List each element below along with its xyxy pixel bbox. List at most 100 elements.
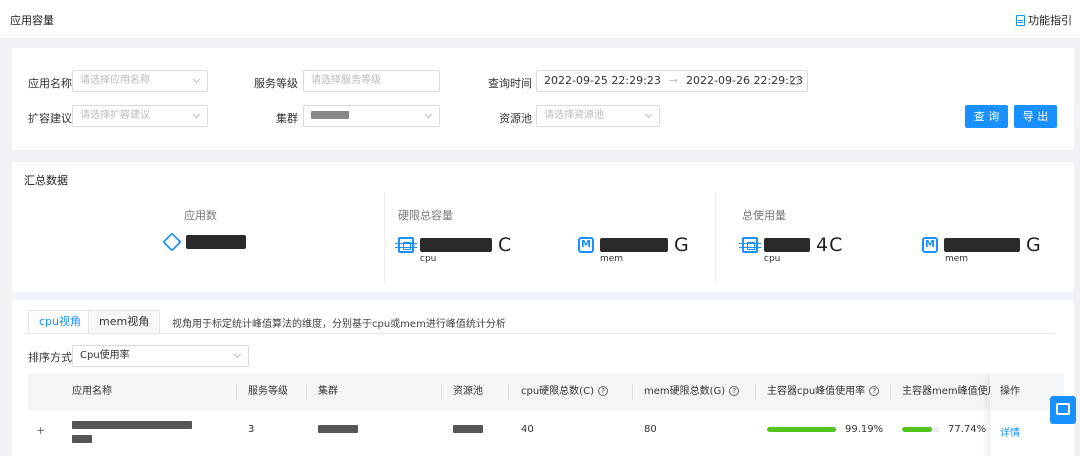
mem-peak-value: 77.74% <box>948 424 987 435</box>
cell-service-level: 3 <box>248 424 255 435</box>
feature-guide-link[interactable]: 功能指引 <box>1016 12 1072 28</box>
col-cpu-limit[interactable]: cpu硬限总数(C)? <box>521 374 608 410</box>
cell-cluster <box>318 424 358 435</box>
detail-link[interactable]: 详情 <box>1000 424 1020 439</box>
tab-hint: 视角用于标定统计峰值算法的维度，分别基于cpu或mem进行峰值统计分析 <box>172 319 506 330</box>
cpu-peak-fill <box>767 426 837 432</box>
col-sep <box>441 384 442 400</box>
query-time-start: 2022-09-25 22:29:23 <box>544 74 661 87</box>
app-name-redacted <box>72 421 192 429</box>
chevron-down-icon <box>233 350 242 359</box>
query-time-range[interactable]: 2022-09-25 22:29:23 → 2022-09-26 22:29:23 <box>536 70 808 92</box>
app-name-redacted <box>72 435 92 443</box>
app-count-metric <box>162 232 246 252</box>
app-count-value-redacted <box>186 235 246 249</box>
hard-limit-mem-redacted <box>600 238 668 252</box>
table-panel: cpu视角 mem视角 视角用于标定统计峰值算法的维度，分别基于cpu或mem进… <box>12 300 1074 456</box>
chat-icon <box>1056 403 1070 415</box>
col-sep <box>890 384 891 400</box>
question-circle-icon[interactable]: ? <box>869 386 880 396</box>
usage-cpu-visible: 4C <box>816 234 844 256</box>
hard-limit-mem-metric: M G <box>578 234 690 256</box>
sort-label: 排序方式 <box>28 351 72 364</box>
hard-limit-cpu-metric: C <box>395 234 513 256</box>
col-sep <box>755 384 756 400</box>
calendar-icon <box>790 77 799 85</box>
col-sep <box>236 384 237 400</box>
hard-limit-mem-sub: mem <box>600 254 624 264</box>
table-row: 3 40 80 99.19% 77.74% <box>28 410 1058 456</box>
mem-icon: M <box>922 237 938 253</box>
cell-cpu-peak: 99.19% <box>767 424 883 435</box>
cpu-peak-bar <box>767 426 837 432</box>
expand-plus-icon[interactable]: + <box>36 424 45 437</box>
cell-resource-pool <box>453 424 483 435</box>
chat-button[interactable] <box>1050 396 1076 424</box>
mem-icon: M <box>578 237 594 253</box>
col-cpu-peak[interactable]: 主容器cpu峰值使用率? <box>767 374 880 410</box>
cluster-label: 集群 <box>276 112 298 125</box>
resource-pool-select[interactable]: 请选择资源池 <box>536 105 660 127</box>
service-level-label: 服务等级 <box>254 77 298 90</box>
resource-pool-redacted <box>453 425 483 433</box>
app-name-select[interactable]: 请选择应用名称 <box>72 70 208 92</box>
col-mem-limit[interactable]: mem硬限总数(G)? <box>644 374 740 410</box>
cluster-select[interactable] <box>303 105 440 127</box>
tab-cpu[interactable]: cpu视角 <box>28 310 93 334</box>
doc-icon <box>1016 14 1025 26</box>
question-circle-icon[interactable]: ? <box>729 386 740 396</box>
total-usage-label: 总使用量 <box>742 209 786 222</box>
export-button[interactable]: 导 出 <box>1014 105 1057 128</box>
question-circle-icon[interactable]: ? <box>597 386 608 396</box>
cell-mem-peak: 77.74% <box>902 424 986 435</box>
resource-pool-label: 资源池 <box>499 112 532 125</box>
hard-limit-mem-unit: G <box>674 234 690 256</box>
range-arrow: → <box>668 74 679 87</box>
hard-limit-cpu-sub: cpu <box>420 254 437 264</box>
col-app-name: 应用名称 <box>72 386 112 397</box>
usage-cpu-sub: cpu <box>764 254 781 264</box>
col-service-level: 服务等级 <box>248 386 288 397</box>
sort-select[interactable]: Cpu使用率 <box>72 345 249 367</box>
usage-mem-redacted <box>944 238 1020 252</box>
usage-cpu-metric: 4C <box>739 234 844 256</box>
hard-limit-cpu-redacted <box>420 238 492 252</box>
col-cluster: 集群 <box>318 386 338 397</box>
app-name-label: 应用名称 <box>28 77 72 90</box>
cell-app-name <box>72 420 192 443</box>
mem-peak-fill <box>902 426 932 432</box>
chevron-down-icon <box>424 110 433 119</box>
top-bar: 应用容量 功能指引 <box>0 0 1080 38</box>
cluster-value-redacted <box>311 111 349 119</box>
usage-mem-metric: M G <box>922 234 1042 256</box>
expand-advice-label: 扩容建议 <box>28 112 72 125</box>
chip-icon <box>395 237 417 253</box>
hard-limit-cpu-unit: C <box>498 234 513 256</box>
chevron-down-icon <box>192 75 201 84</box>
service-level-input[interactable]: 请选择服务等级 <box>303 70 440 92</box>
hard-limit-label: 硬限总容量 <box>398 209 453 222</box>
col-sep <box>306 384 307 400</box>
tab-underline <box>24 333 1054 334</box>
chevron-down-icon <box>644 110 653 119</box>
app-count-label: 应用数 <box>184 209 217 222</box>
usage-mem-sub: mem <box>945 254 969 264</box>
usage-mem-visible: G <box>1026 234 1042 256</box>
query-button[interactable]: 查 询 <box>965 105 1008 128</box>
cell-cpu-limit: 40 <box>521 424 534 435</box>
cell-mem-limit: 80 <box>644 424 657 435</box>
summary-title: 汇总数据 <box>24 174 68 187</box>
table-header: 应用名称 服务等级 集群 资源池 cpu硬限总数(C)? mem硬限总数(G)?… <box>28 374 1058 410</box>
col-resource-pool: 资源池 <box>453 386 483 397</box>
cpu-peak-value: 99.19% <box>845 424 884 435</box>
chip-icon <box>739 237 761 253</box>
divider <box>384 192 385 284</box>
summary-panel: 汇总数据 应用数 硬限总容量 C cpu M G mem 总使用量 4C cpu… <box>12 162 1074 292</box>
col-sep <box>632 384 633 400</box>
query-time-end: 2022-09-26 22:29:23 <box>686 74 803 87</box>
cluster-redacted <box>318 425 358 433</box>
page-title: 应用容量 <box>10 14 54 27</box>
mem-peak-bar <box>902 426 940 432</box>
expand-advice-select[interactable]: 请选择扩容建议 <box>72 105 208 127</box>
tab-mem[interactable]: mem视角 <box>88 310 161 334</box>
